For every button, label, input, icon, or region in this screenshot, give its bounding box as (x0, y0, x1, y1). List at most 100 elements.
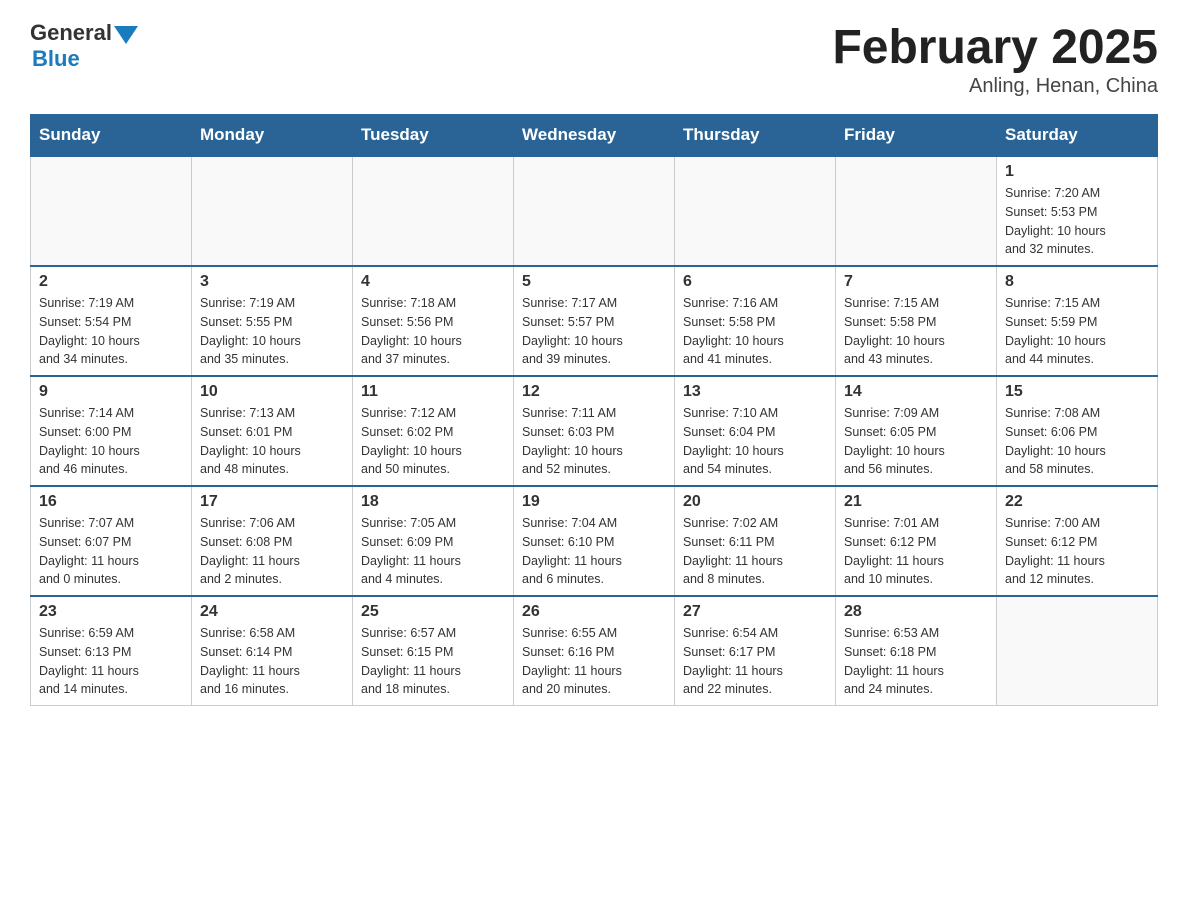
calendar-cell: 12 Sunrise: 7:11 AMSunset: 6:03 PMDayligh… (514, 376, 675, 486)
day-info: Sunrise: 6:57 AMSunset: 6:15 PMDaylight:… (361, 624, 505, 699)
calendar-cell: 23 Sunrise: 6:59 AMSunset: 6:13 PMDayligh… (31, 596, 192, 706)
location-subtitle: Anling, Henan, China (832, 75, 1158, 98)
day-info: Sunrise: 7:02 AMSunset: 6:11 PMDaylight:… (683, 514, 827, 589)
day-info: Sunrise: 7:13 AMSunset: 6:01 PMDaylight:… (200, 404, 344, 479)
calendar-cell: 13 Sunrise: 7:10 AMSunset: 6:04 PMDayligh… (675, 376, 836, 486)
weekday-header-tuesday: Tuesday (353, 115, 514, 157)
logo: General Blue (30, 20, 138, 72)
calendar-cell: 9Sunrise: 7:14 AMSunset: 6:00 PMDaylight… (31, 376, 192, 486)
calendar-cell: 17 Sunrise: 7:06 AMSunset: 6:08 PMDayligh… (192, 486, 353, 596)
calendar-cell: 3Sunrise: 7:19 AMSunset: 5:55 PMDaylight… (192, 266, 353, 376)
calendar-cell: 27 Sunrise: 6:54 AMSunset: 6:17 PMDayligh… (675, 596, 836, 706)
page-header: General Blue February 2025 Anling, Henan… (30, 20, 1158, 98)
logo-triangle-icon (114, 26, 138, 44)
month-title: February 2025 (832, 20, 1158, 75)
calendar-cell: 16 Sunrise: 7:07 AMSunset: 6:07 PMDayligh… (31, 486, 192, 596)
day-number: 19 (522, 493, 666, 511)
calendar-cell: 22Sunrise: 7:00 AMSunset: 6:12 PMDayligh… (997, 486, 1158, 596)
calendar-week-row: 9Sunrise: 7:14 AMSunset: 6:00 PMDaylight… (31, 376, 1158, 486)
day-number: 7 (844, 273, 988, 291)
calendar-cell: 25 Sunrise: 6:57 AMSunset: 6:15 PMDayligh… (353, 596, 514, 706)
day-info: Sunrise: 7:01 AMSunset: 6:12 PMDaylight:… (844, 514, 988, 589)
day-number: 2 (39, 273, 183, 291)
calendar-week-row: 16 Sunrise: 7:07 AMSunset: 6:07 PMDayligh… (31, 486, 1158, 596)
calendar-cell: 1 Sunrise: 7:20 AMSunset: 5:53 PMDaylight… (997, 156, 1158, 266)
day-number: 24 (200, 603, 344, 621)
calendar-cell: 18 Sunrise: 7:05 AMSunset: 6:09 PMDayligh… (353, 486, 514, 596)
day-info: Sunrise: 7:17 AMSunset: 5:57 PMDaylight:… (522, 294, 666, 369)
calendar-cell (514, 156, 675, 266)
calendar-cell: 10 Sunrise: 7:13 AMSunset: 6:01 PMDayligh… (192, 376, 353, 486)
weekday-header-friday: Friday (836, 115, 997, 157)
day-info: Sunrise: 7:15 AMSunset: 5:58 PMDaylight:… (844, 294, 988, 369)
calendar-cell: 14 Sunrise: 7:09 AMSunset: 6:05 PMDayligh… (836, 376, 997, 486)
calendar-cell: 8 Sunrise: 7:15 AMSunset: 5:59 PMDaylight… (997, 266, 1158, 376)
calendar-week-row: 1 Sunrise: 7:20 AMSunset: 5:53 PMDaylight… (31, 156, 1158, 266)
day-number: 13 (683, 383, 827, 401)
day-info: Sunrise: 6:58 AMSunset: 6:14 PMDaylight:… (200, 624, 344, 699)
day-number: 16 (39, 493, 183, 511)
day-number: 26 (522, 603, 666, 621)
day-number: 1 (1005, 163, 1149, 181)
calendar-cell: 6Sunrise: 7:16 AMSunset: 5:58 PMDaylight… (675, 266, 836, 376)
weekday-header-wednesday: Wednesday (514, 115, 675, 157)
day-info: Sunrise: 7:15 AMSunset: 5:59 PMDaylight:… (1005, 294, 1149, 369)
day-info: Sunrise: 7:04 AMSunset: 6:10 PMDaylight:… (522, 514, 666, 589)
day-number: 23 (39, 603, 183, 621)
logo-general-text: General (30, 20, 112, 46)
weekday-header-saturday: Saturday (997, 115, 1158, 157)
day-number: 8 (1005, 273, 1149, 291)
calendar-table: SundayMondayTuesdayWednesdayThursdayFrid… (30, 114, 1158, 706)
day-number: 22 (1005, 493, 1149, 511)
calendar-week-row: 2 Sunrise: 7:19 AMSunset: 5:54 PMDaylight… (31, 266, 1158, 376)
day-number: 6 (683, 273, 827, 291)
day-number: 10 (200, 383, 344, 401)
day-number: 14 (844, 383, 988, 401)
calendar-cell (997, 596, 1158, 706)
day-number: 18 (361, 493, 505, 511)
day-number: 3 (200, 273, 344, 291)
calendar-week-row: 23 Sunrise: 6:59 AMSunset: 6:13 PMDayligh… (31, 596, 1158, 706)
calendar-cell: 24 Sunrise: 6:58 AMSunset: 6:14 PMDayligh… (192, 596, 353, 706)
day-number: 4 (361, 273, 505, 291)
day-info: Sunrise: 7:20 AMSunset: 5:53 PMDaylight:… (1005, 184, 1149, 259)
calendar-cell: 20 Sunrise: 7:02 AMSunset: 6:11 PMDayligh… (675, 486, 836, 596)
day-number: 21 (844, 493, 988, 511)
calendar-cell: 19 Sunrise: 7:04 AMSunset: 6:10 PMDayligh… (514, 486, 675, 596)
calendar-cell: 11 Sunrise: 7:12 AMSunset: 6:02 PMDayligh… (353, 376, 514, 486)
weekday-header-monday: Monday (192, 115, 353, 157)
day-number: 5 (522, 273, 666, 291)
calendar-cell (31, 156, 192, 266)
calendar-cell (836, 156, 997, 266)
day-number: 15 (1005, 383, 1149, 401)
day-info: Sunrise: 6:54 AMSunset: 6:17 PMDaylight:… (683, 624, 827, 699)
weekday-header-row: SundayMondayTuesdayWednesdayThursdayFrid… (31, 115, 1158, 157)
day-info: Sunrise: 6:59 AMSunset: 6:13 PMDaylight:… (39, 624, 183, 699)
day-number: 25 (361, 603, 505, 621)
day-number: 20 (683, 493, 827, 511)
day-info: Sunrise: 7:09 AMSunset: 6:05 PMDaylight:… (844, 404, 988, 479)
calendar-cell: 28Sunrise: 6:53 AMSunset: 6:18 PMDayligh… (836, 596, 997, 706)
calendar-cell: 15Sunrise: 7:08 AMSunset: 6:06 PMDayligh… (997, 376, 1158, 486)
logo-blue-text: Blue (32, 46, 80, 72)
day-info: Sunrise: 7:06 AMSunset: 6:08 PMDaylight:… (200, 514, 344, 589)
day-info: Sunrise: 7:07 AMSunset: 6:07 PMDaylight:… (39, 514, 183, 589)
calendar-cell: 26 Sunrise: 6:55 AMSunset: 6:16 PMDayligh… (514, 596, 675, 706)
day-info: Sunrise: 7:12 AMSunset: 6:02 PMDaylight:… (361, 404, 505, 479)
day-number: 27 (683, 603, 827, 621)
day-info: Sunrise: 7:14 AMSunset: 6:00 PMDaylight:… (39, 404, 183, 479)
weekday-header-sunday: Sunday (31, 115, 192, 157)
day-info: Sunrise: 7:11 AMSunset: 6:03 PMDaylight:… (522, 404, 666, 479)
day-info: Sunrise: 7:05 AMSunset: 6:09 PMDaylight:… (361, 514, 505, 589)
day-number: 12 (522, 383, 666, 401)
day-info: Sunrise: 7:10 AMSunset: 6:04 PMDaylight:… (683, 404, 827, 479)
day-number: 11 (361, 383, 505, 401)
day-info: Sunrise: 6:55 AMSunset: 6:16 PMDaylight:… (522, 624, 666, 699)
calendar-header: SundayMondayTuesdayWednesdayThursdayFrid… (31, 115, 1158, 157)
calendar-cell: 2 Sunrise: 7:19 AMSunset: 5:54 PMDaylight… (31, 266, 192, 376)
day-info: Sunrise: 7:19 AMSunset: 5:54 PMDaylight:… (39, 294, 183, 369)
day-number: 17 (200, 493, 344, 511)
calendar-cell: 21 Sunrise: 7:01 AMSunset: 6:12 PMDayligh… (836, 486, 997, 596)
calendar-cell (353, 156, 514, 266)
day-info: Sunrise: 7:18 AMSunset: 5:56 PMDaylight:… (361, 294, 505, 369)
